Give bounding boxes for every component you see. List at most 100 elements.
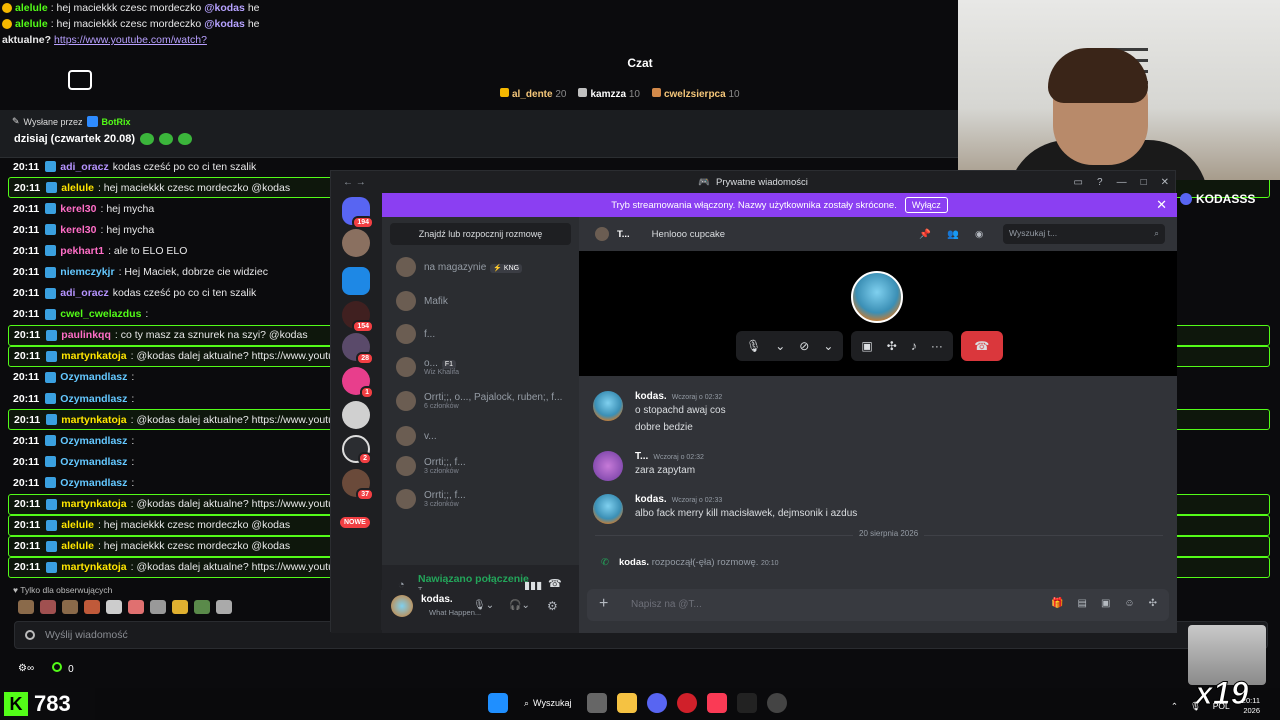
add-friends-icon[interactable]: 👥 xyxy=(947,229,959,240)
new-indicator[interactable]: NOWE xyxy=(340,517,370,528)
gif-icon[interactable]: ▤ xyxy=(1077,598,1086,609)
share-controls[interactable]: ▣ ✣ ♪ ··· xyxy=(851,331,953,361)
message-author[interactable]: kodas. xyxy=(635,391,667,402)
emote-icon[interactable] xyxy=(194,600,210,614)
mute-button[interactable]: 🎙 ⌄ ⊘ ⌄ xyxy=(736,331,844,361)
search-input[interactable]: Wyszukaj t... ⌕ xyxy=(1003,224,1165,244)
message-author[interactable]: T... xyxy=(635,451,648,462)
close-icon[interactable]: ✕ xyxy=(1161,177,1169,188)
find-conversation-button[interactable]: Znajdź lub rozpocznij rozmowę xyxy=(390,223,571,245)
emote-icon[interactable] xyxy=(40,600,56,614)
dm-main[interactable]: T... Henlooo cupcake 📌 👥 ◉ Wyszukaj t...… xyxy=(579,217,1177,633)
inbox-icon[interactable]: ▭ xyxy=(1074,177,1083,188)
discord-window[interactable]: ← → 🎮 Prywatne wiadomości ▭? — □ ✕ Tryb str… xyxy=(330,170,1177,633)
opera-icon[interactable] xyxy=(677,693,698,713)
chat-username[interactable]: adi_oracz xyxy=(60,287,108,299)
help-icon[interactable]: ? xyxy=(1097,177,1103,188)
window-titlebar[interactable]: ← → 🎮 Prywatne wiadomości ▭? — □ ✕ xyxy=(331,171,1175,193)
emoji-icon[interactable]: ☺ xyxy=(1124,598,1134,609)
gifter-item[interactable]: al_dente 20 xyxy=(500,88,566,100)
dm-item[interactable]: o... F1 Wiz Khalifa xyxy=(396,357,576,377)
dm-item[interactable]: f... xyxy=(396,324,576,344)
message-author[interactable]: kodas. xyxy=(635,494,667,505)
server-icon[interactable]: 2 xyxy=(342,435,372,465)
chat-username[interactable]: alelule xyxy=(61,182,94,194)
add-attachment-icon[interactable]: + xyxy=(599,595,608,613)
server-icon[interactable] xyxy=(342,267,370,295)
chat-username[interactable]: pekhart1 xyxy=(60,245,104,257)
emoji-picker-icon[interactable] xyxy=(25,630,35,640)
chat-username[interactable]: alelule xyxy=(15,0,48,16)
pinned-bot-name[interactable]: BotRix xyxy=(102,117,131,127)
home-button[interactable]: 194 xyxy=(342,197,374,229)
chat-username[interactable]: martynkatoja xyxy=(61,350,126,362)
dm-item[interactable]: Orrti;;, f... 3 członków xyxy=(396,489,576,509)
chat-settings-icon[interactable]: ⚙∞ xyxy=(18,663,34,674)
close-banner-icon[interactable]: ✕ xyxy=(1156,197,1167,213)
dm-item[interactable]: v... xyxy=(396,426,576,446)
language-indicator[interactable]: POL xyxy=(1213,701,1230,711)
avatar[interactable] xyxy=(593,451,623,481)
microphone-icon[interactable]: 🎙 xyxy=(1190,701,1201,712)
music-icon[interactable] xyxy=(707,693,728,713)
server-icon[interactable]: 154 xyxy=(342,301,374,333)
taskbar-search[interactable]: ⌕ Wyszukaj xyxy=(518,698,577,709)
chat-username[interactable]: cwel_cwelazdus xyxy=(60,308,141,320)
chat-username[interactable]: kerel30 xyxy=(60,224,96,236)
apps-icon[interactable]: ✣ xyxy=(1149,598,1157,609)
minimize-icon[interactable]: — xyxy=(1117,177,1127,188)
start-icon[interactable] xyxy=(488,693,508,713)
dm-item[interactable]: Orrti;;, o..., Pajalock, ruben;, f... 6 c… xyxy=(396,391,576,411)
server-icon[interactable]: 37 xyxy=(342,469,374,501)
clock[interactable]: 20:11 2026 xyxy=(1242,696,1260,716)
chat-username[interactable]: kerel30 xyxy=(60,203,96,215)
back-forward-icon[interactable]: ← → xyxy=(343,177,366,188)
end-call-button[interactable]: ☎ xyxy=(960,331,1003,361)
emote-icon[interactable] xyxy=(62,600,78,614)
caller-avatar[interactable] xyxy=(851,271,903,323)
microphone-icon[interactable]: 🎙⌄ xyxy=(473,600,494,611)
chat-link[interactable]: https://www.youtube.com/watch? xyxy=(54,32,207,48)
sticker-icon[interactable]: ▣ xyxy=(1101,598,1110,609)
dm-item[interactable]: Orrti;;, f... 3 członków xyxy=(396,456,576,476)
server-list[interactable]: 194 154 28 1 2 37 NOWE xyxy=(331,193,382,633)
chat-username[interactable]: alelule xyxy=(61,540,94,552)
chat-username[interactable]: martynkatoja xyxy=(61,498,126,510)
headphones-icon[interactable]: 🎧⌄ xyxy=(509,600,530,611)
chat-username[interactable]: alelule xyxy=(61,519,94,531)
points-counter[interactable]: 0 xyxy=(52,662,74,675)
obs-icon[interactable] xyxy=(767,693,788,713)
chevron-up-icon[interactable]: ⌃ xyxy=(1171,701,1178,712)
emote-icon[interactable] xyxy=(84,600,100,614)
chat-username[interactable]: Ozymandlasz xyxy=(60,477,127,489)
maximize-icon[interactable]: □ xyxy=(1141,177,1147,188)
app-icon[interactable] xyxy=(737,693,758,713)
discord-app-icon[interactable] xyxy=(647,693,668,713)
server-icon[interactable]: 1 xyxy=(342,367,374,399)
chat-username[interactable]: Ozymandlasz xyxy=(60,456,127,468)
server-icon[interactable]: 28 xyxy=(342,333,374,365)
chat-username[interactable]: Ozymandlasz xyxy=(60,371,127,383)
user-avatar[interactable] xyxy=(391,595,413,617)
file-explorer-icon[interactable] xyxy=(617,693,638,713)
chat-username[interactable]: niemczykjr xyxy=(60,266,114,278)
gifter-item[interactable]: cwelzsierpca 10 xyxy=(651,88,740,100)
message-composer[interactable]: + Napisz na @T... 🎁 ▤ ▣ ☺ ✣ xyxy=(587,589,1169,621)
emote-icon[interactable] xyxy=(172,600,188,614)
emote-icon[interactable] xyxy=(18,600,34,614)
disable-streamer-mode-button[interactable]: Wyłącz xyxy=(904,197,948,213)
emote-icon[interactable] xyxy=(150,600,166,614)
expand-chat-icon[interactable] xyxy=(68,70,92,90)
gifter-item[interactable]: kamzza 10 xyxy=(578,88,640,100)
chat-username[interactable]: Ozymandlasz xyxy=(60,393,127,405)
avatar[interactable] xyxy=(593,391,623,421)
avatar[interactable] xyxy=(593,494,623,524)
chat-username[interactable]: Ozymandlasz xyxy=(60,435,127,447)
chat-username[interactable]: adi_oracz xyxy=(60,161,108,173)
dm-item[interactable]: Mafik xyxy=(396,291,576,311)
chat-username[interactable]: paulinkqq xyxy=(61,329,111,341)
chat-username[interactable]: alelule xyxy=(15,16,48,32)
server-icon[interactable] xyxy=(342,229,370,257)
disconnect-icon[interactable]: ☎ xyxy=(548,577,562,590)
emote-icon[interactable] xyxy=(106,600,122,614)
